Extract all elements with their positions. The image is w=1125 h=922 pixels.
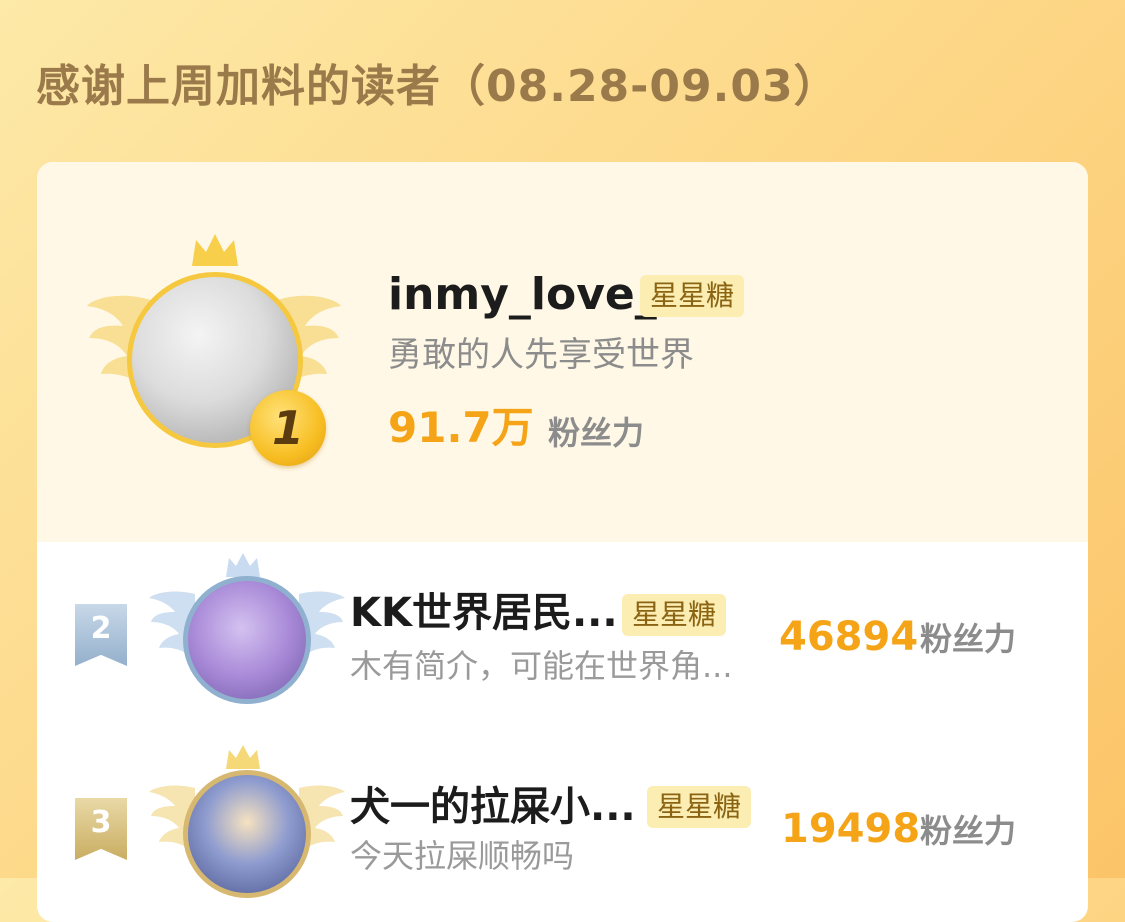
badge-tag: 星星糖 — [647, 786, 752, 828]
page-title: 感谢上周加料的读者（08.28-09.03） — [36, 61, 839, 112]
reader-signature: 勇敢的人先享受世界 — [388, 335, 694, 375]
rank-flag-icon: 2 — [75, 604, 127, 666]
crown-icon — [192, 234, 238, 266]
reader-signature: 木有简介，可能在世界角... — [350, 647, 733, 685]
badge-tag: 星星糖 — [640, 275, 745, 317]
reader-signature: 今天拉屎顺畅吗 — [350, 837, 575, 875]
reader-name[interactable]: 犬一的拉屎小... — [350, 780, 636, 834]
fans-label: 粉丝力 — [548, 414, 645, 452]
fans-value: 19498 — [781, 806, 921, 852]
rank-medal-icon: 1 — [250, 390, 326, 466]
reader-name[interactable]: inmy_love_ — [388, 265, 657, 325]
reader-ranking-card: 1 inmy_love_ 星星糖 勇敢的人先享受世界 91.7万 粉丝力 2 K… — [37, 162, 1088, 922]
crown-icon — [226, 745, 260, 769]
fans-label: 粉丝力 — [920, 620, 1017, 658]
fans-value: 91.7万 — [388, 403, 534, 452]
fans-value: 46894 — [779, 614, 919, 660]
fans-label: 粉丝力 — [920, 812, 1017, 850]
reader-name[interactable]: KK世界居民... — [350, 586, 618, 640]
avatar[interactable] — [183, 576, 311, 704]
avatar[interactable] — [183, 770, 311, 898]
rank-flag-icon: 3 — [75, 798, 127, 860]
badge-tag: 星星糖 — [622, 594, 727, 636]
